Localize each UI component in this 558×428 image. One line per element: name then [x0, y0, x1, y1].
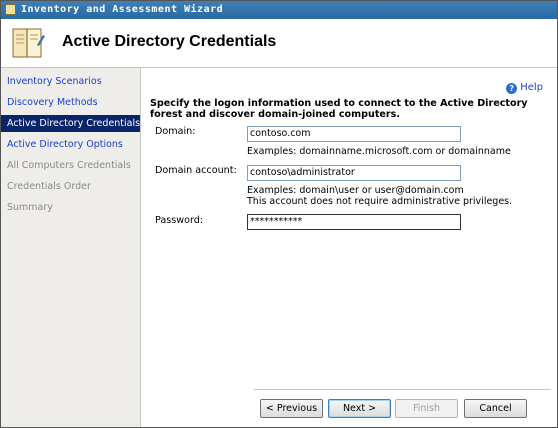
sidebar-item-summary: Summary: [7, 202, 53, 213]
sidebar-item-discovery-methods[interactable]: Discovery Methods: [1, 94, 140, 111]
sidebar-item-credentials-order: Credentials Order: [7, 181, 91, 192]
help-icon: ?: [506, 83, 518, 94]
wizard-footer: < Previous Next > Finish Cancel: [141, 376, 557, 427]
footer-divider: [254, 389, 550, 390]
page-title: Active Directory Credentials: [62, 33, 277, 50]
wizard-steps-sidebar: Inventory Scenarios Discovery Methods Ac…: [1, 68, 141, 427]
instruction-text: Specify the logon information used to co…: [150, 98, 528, 120]
help-label[interactable]: Help: [520, 82, 543, 93]
finish-button: Finish: [395, 399, 458, 418]
password-input[interactable]: ***********: [247, 214, 461, 230]
cancel-button[interactable]: Cancel: [464, 399, 527, 418]
sidebar-item-all-computers-credentials: All Computers Credentials: [7, 160, 131, 171]
help-link[interactable]: ? Help: [506, 81, 543, 95]
window-title: Inventory and Assessment Wizard: [21, 4, 224, 15]
sidebar-item-inventory-scenarios[interactable]: Inventory Scenarios: [1, 73, 140, 90]
previous-button[interactable]: < Previous: [260, 399, 323, 418]
domain-account-hint-privileges: This account does not require administra…: [247, 196, 513, 207]
wizard-book-icon: [12, 28, 45, 58]
credentials-panel: ? Help Specify the logon information used…: [141, 68, 557, 376]
next-button[interactable]: Next >: [328, 399, 391, 418]
app-book-icon: [5, 4, 16, 15]
sidebar-item-active-directory-options[interactable]: Active Directory Options: [1, 136, 140, 153]
domain-hint: Examples: domainname.microsoft.com or do…: [247, 146, 511, 157]
domain-account-input[interactable]: contoso\administrator: [247, 165, 461, 181]
domain-account-label: Domain account:: [155, 165, 237, 176]
sidebar-item-active-directory-credentials[interactable]: Active Directory Credentials: [1, 115, 140, 132]
wizard-header: Active Directory Credentials: [1, 19, 557, 68]
domain-account-hint-examples: Examples: domain\user or user@domain.com: [247, 185, 464, 196]
wizard-window: Inventory and Assessment Wizard Active D…: [0, 0, 558, 428]
domain-input[interactable]: contoso.com: [247, 126, 461, 142]
domain-label: Domain:: [155, 126, 196, 137]
password-label: Password:: [155, 215, 204, 226]
title-bar[interactable]: Inventory and Assessment Wizard: [1, 1, 557, 19]
